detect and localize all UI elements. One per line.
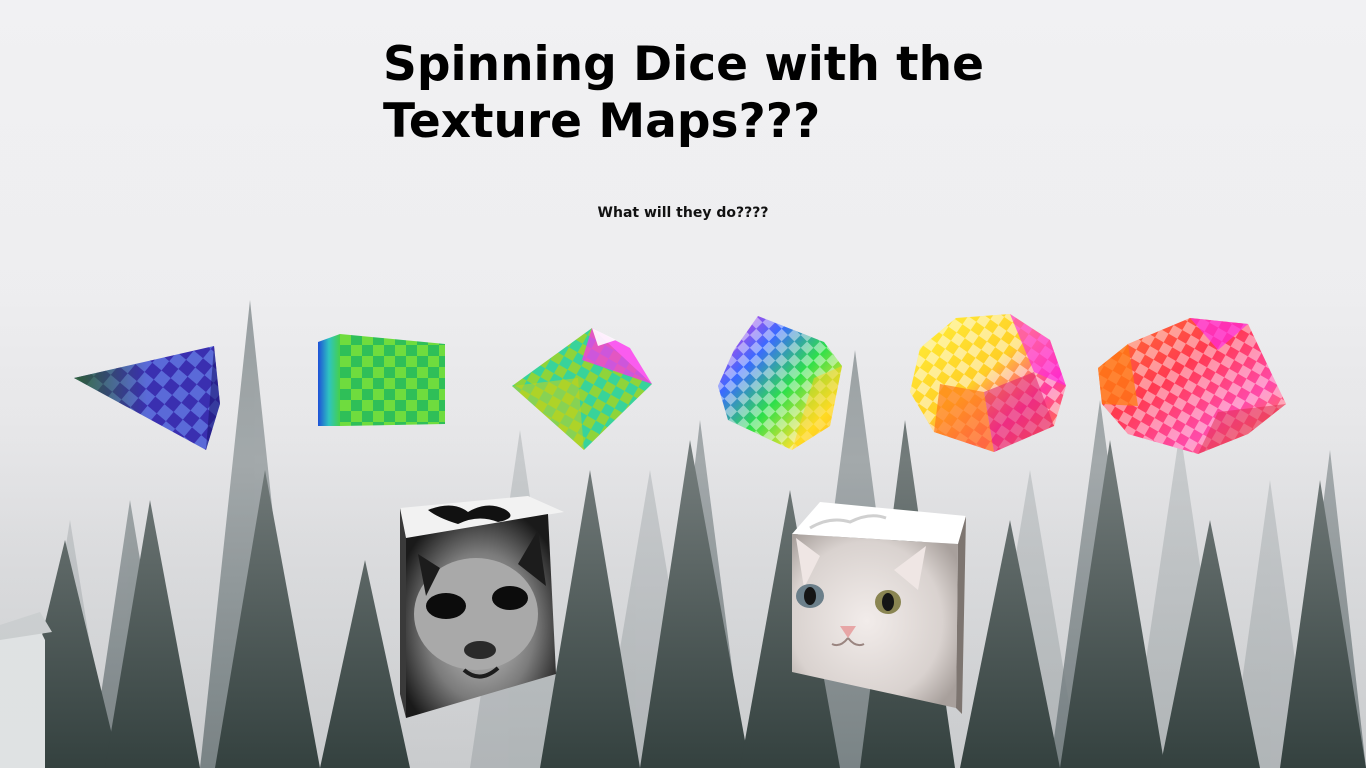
d8-die: [512, 328, 652, 450]
d4-die: [74, 346, 220, 450]
d20-die: [1098, 318, 1286, 454]
page-subtitle: What will they do????: [597, 205, 769, 221]
d6-die: [318, 334, 445, 426]
cat-cube-grey: [400, 496, 564, 718]
d12-die: [910, 314, 1066, 452]
page-title: Spinning Dice with the Texture Maps???: [383, 37, 984, 149]
d10-die: [718, 316, 842, 450]
cat-cube-white: [792, 502, 966, 714]
